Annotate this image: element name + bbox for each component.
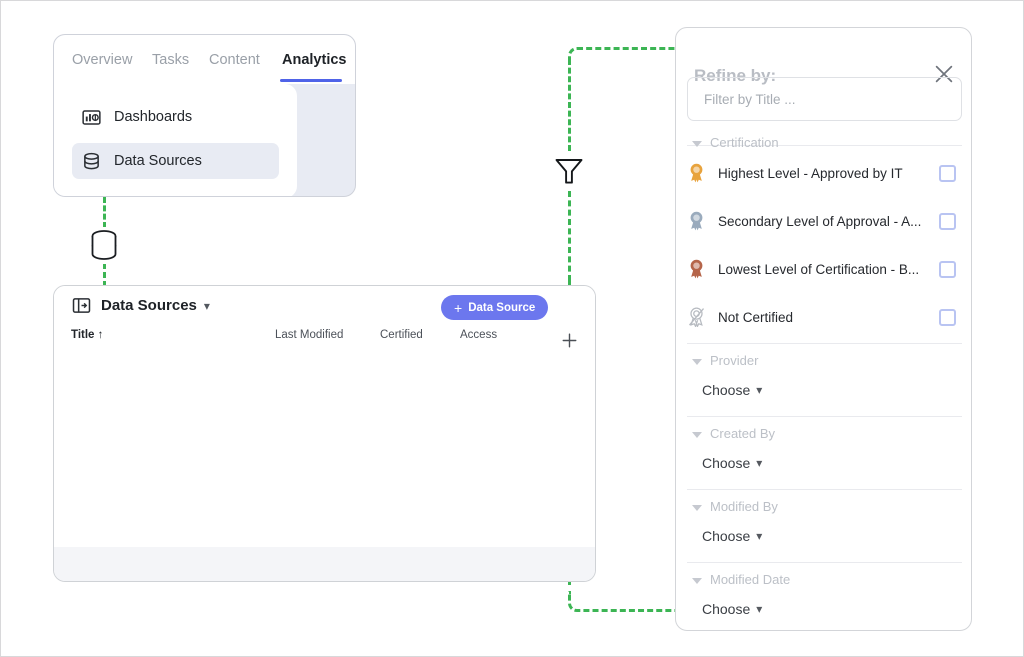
column-header-last-modified[interactable]: Last Modified (275, 329, 343, 341)
section-header-certification: Certification (710, 135, 779, 150)
certification-checkbox[interactable] (939, 164, 956, 182)
sidebar-item-data-sources-label: Data Sources (114, 153, 202, 169)
chevron-down-icon: ▾ (756, 529, 763, 543)
sort-asc-icon: ↑ (97, 329, 104, 341)
connector-nav-to-table-lower (103, 263, 106, 287)
divider (687, 562, 962, 563)
provider-dropdown[interactable]: Choose ▾ (702, 382, 762, 398)
tab-overview[interactable]: Overview (72, 52, 132, 68)
add-data-source-label: Data Source (468, 301, 536, 314)
certification-option-secondary[interactable]: Secondary Level of Approval - A... (687, 206, 962, 236)
gold-medal-icon (690, 163, 703, 183)
divider (687, 416, 962, 417)
panel-toggle-icon[interactable] (72, 296, 91, 315)
funnel-glyph (550, 151, 587, 191)
section-header-created-by: Created By (710, 426, 776, 441)
nav-panel: Dashboards Data Sources (54, 84, 297, 196)
certification-option-label: Secondary Level of Approval - A... (718, 213, 922, 229)
plus-icon: + (454, 299, 463, 316)
filter-by-title-input[interactable]: Filter by Title ... (687, 77, 962, 121)
section-caret-icon[interactable] (692, 359, 702, 365)
chevron-down-icon: ▾ (756, 383, 763, 397)
certification-option-not-certified[interactable]: Not Certified (687, 302, 962, 332)
database-glyph (87, 227, 121, 264)
tab-analytics[interactable]: Analytics (282, 52, 346, 68)
tab-content[interactable]: Content (209, 52, 260, 68)
silver-medal-icon (690, 211, 703, 231)
provider-dropdown-value: Choose (702, 382, 751, 398)
divider (687, 343, 962, 344)
modified-by-dropdown[interactable]: Choose ▾ (702, 528, 762, 544)
tab-tasks[interactable]: Tasks (152, 52, 189, 68)
filter-input-placeholder: Filter by Title ... (704, 91, 796, 107)
column-header-title[interactable]: Title ↑ (71, 329, 103, 341)
modified-date-dropdown[interactable]: Choose ▾ (702, 601, 762, 617)
connector-panel-bottom-corner (568, 591, 683, 612)
created-by-dropdown[interactable]: Choose ▾ (702, 455, 762, 471)
certification-option-label: Not Certified (718, 309, 794, 325)
funnel-icon (555, 158, 582, 184)
dashboard-chart-icon (82, 109, 101, 125)
connector-funnel-upper (568, 59, 571, 151)
certification-checkbox[interactable] (939, 212, 956, 230)
column-header-certified[interactable]: Certified (380, 329, 423, 341)
tab-bar: Overview Tasks Content Analytics (54, 35, 355, 84)
section-caret-icon[interactable] (692, 578, 702, 584)
certification-checkbox[interactable] (939, 260, 956, 278)
divider (687, 489, 962, 490)
sidebar-item-data-sources[interactable]: Data Sources (72, 143, 279, 179)
connector-nav-to-table (103, 197, 106, 228)
card-title: Data Sources (101, 297, 197, 314)
modified-date-dropdown-value: Choose (702, 601, 751, 617)
section-header-modified-date: Modified Date (710, 572, 791, 587)
analytics-nav-card: Overview Tasks Content Analytics Dashboa… (53, 34, 356, 197)
section-header-modified-by: Modified By (710, 499, 778, 514)
certification-option-label: Highest Level - Approved by IT (718, 165, 903, 181)
certification-checkbox[interactable] (939, 308, 956, 326)
chevron-down-icon: ▾ (756, 602, 763, 616)
active-tab-underline (280, 79, 342, 82)
created-by-dropdown-value: Choose (702, 455, 751, 471)
page-root: Overview Tasks Content Analytics Dashboa… (0, 0, 1024, 657)
section-caret-icon[interactable] (692, 505, 702, 511)
add-data-source-button[interactable]: + Data Source (441, 295, 549, 320)
chevron-down-icon[interactable]: ▾ (204, 300, 210, 312)
database-icon (91, 230, 117, 260)
connector-panel-top-corner (568, 47, 683, 64)
sidebar-item-dashboards-label: Dashboards (114, 109, 193, 125)
certification-option-lowest[interactable]: Lowest Level of Certification - B... (687, 254, 962, 284)
section-caret-icon[interactable] (692, 141, 702, 147)
sidebar-item-dashboards[interactable]: Dashboards (72, 99, 279, 135)
bronze-medal-icon (690, 259, 703, 279)
not-certified-icon (688, 307, 705, 327)
certification-option-label: Lowest Level of Certification - B... (718, 261, 920, 277)
database-icon (84, 152, 99, 169)
column-header-access[interactable]: Access (460, 329, 497, 341)
card-footer (54, 547, 595, 581)
refine-panel: Refine by: Filter by Title ... Certifica… (675, 27, 972, 631)
add-column-icon[interactable] (561, 332, 578, 349)
modified-by-dropdown-value: Choose (702, 528, 751, 544)
connector-funnel-lower (568, 191, 571, 281)
certification-option-highest[interactable]: Highest Level - Approved by IT (687, 158, 962, 188)
chevron-down-icon: ▾ (756, 456, 763, 470)
column-header-title-label: Title (71, 329, 95, 341)
section-caret-icon[interactable] (692, 432, 702, 438)
section-header-provider: Provider (710, 353, 759, 368)
